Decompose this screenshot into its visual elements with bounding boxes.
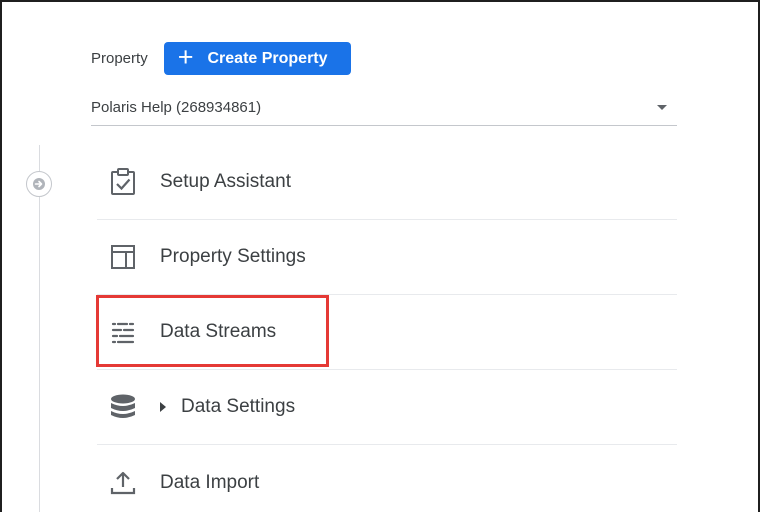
menu-item-label: Property Settings [160, 246, 306, 267]
clipboard-check-icon [108, 167, 138, 197]
property-menu: Setup Assistant Property Settings Data S… [97, 145, 677, 520]
data-streams-icon [108, 317, 138, 347]
timeline-arrow-icon[interactable] [26, 171, 52, 197]
timeline-line [39, 145, 40, 512]
menu-item-label: Setup Assistant [160, 171, 291, 192]
menu-item-data-import[interactable]: Data Import [97, 445, 677, 520]
create-property-label: Create Property [207, 49, 328, 67]
admin-panel: Property + Create Property Polaris Help … [0, 0, 760, 512]
menu-item-property-settings[interactable]: Property Settings [97, 220, 677, 295]
menu-item-data-streams[interactable]: Data Streams [97, 295, 677, 370]
property-header: Property + Create Property [91, 42, 351, 75]
property-label: Property [91, 50, 148, 67]
layout-icon [108, 242, 138, 272]
dropdown-caret-icon [657, 105, 667, 110]
menu-item-label: Data Streams [160, 321, 277, 342]
property-select[interactable]: Polaris Help (268934861) [91, 90, 677, 126]
database-icon [108, 392, 138, 422]
menu-item-setup-assistant[interactable]: Setup Assistant [97, 145, 677, 220]
expand-arrow-icon[interactable] [160, 402, 166, 412]
plus-icon: + [177, 42, 194, 72]
menu-item-label: Data Import [160, 471, 260, 493]
upload-icon [108, 468, 138, 498]
menu-item-data-settings[interactable]: Data Settings [97, 370, 677, 445]
menu-item-label: Data Settings [181, 396, 296, 417]
property-select-value: Polaris Help (268934861) [91, 99, 262, 116]
create-property-button[interactable]: + Create Property [163, 42, 351, 75]
